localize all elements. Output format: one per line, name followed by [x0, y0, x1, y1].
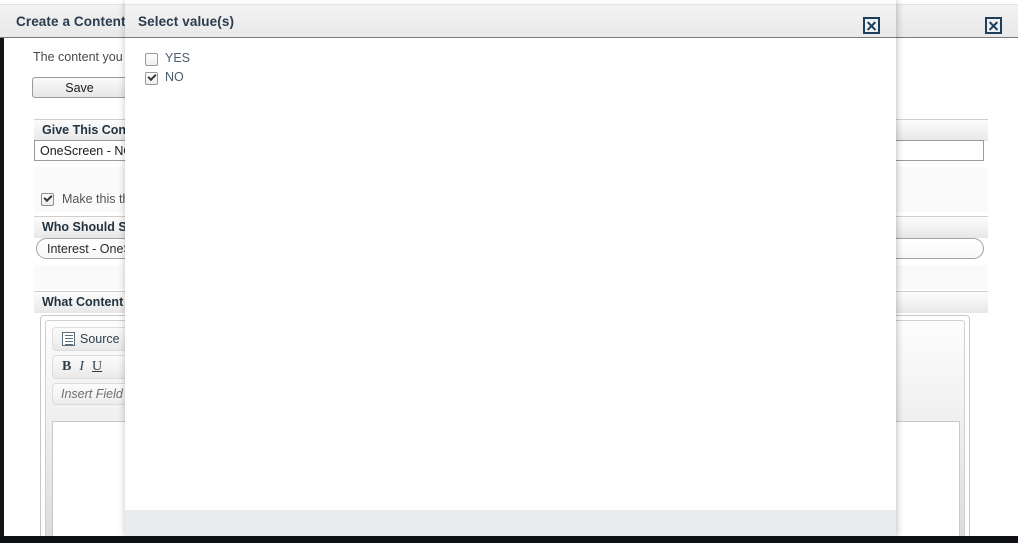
option-label-no: NO: [165, 70, 184, 84]
make-default-checkbox[interactable]: [41, 193, 54, 206]
bold-button[interactable]: B: [58, 357, 75, 377]
save-button[interactable]: Save: [32, 77, 127, 98]
background-window-title: Create a Content: [16, 14, 126, 29]
source-document-icon: [62, 332, 75, 346]
page-bottom-edge: [0, 536, 1018, 543]
italic-button[interactable]: I: [75, 357, 88, 377]
dialog-header: Select value(s): [125, 5, 896, 38]
dialog-footer: [125, 510, 896, 536]
section-label: Give This Cont: [42, 123, 131, 137]
underline-button[interactable]: U: [88, 357, 106, 377]
dialog-body: YES NO: [125, 39, 896, 510]
select-values-dialog: Select value(s) YES NO: [125, 0, 896, 536]
close-icon[interactable]: [863, 17, 880, 34]
insert-field-label: Insert Field: [61, 387, 123, 401]
section-label: What Content: [42, 295, 124, 309]
source-button[interactable]: Source: [58, 329, 124, 349]
section-label: Who Should S: [42, 220, 127, 234]
source-button-label: Source: [80, 332, 120, 346]
checkbox-yes[interactable]: [145, 53, 158, 66]
make-default-label: Make this th: [62, 192, 130, 206]
close-icon[interactable]: [985, 17, 1002, 34]
dialog-title: Select value(s): [138, 14, 235, 29]
option-label-yes: YES: [165, 51, 191, 65]
toolbar-group-format: B I U: [52, 355, 136, 379]
checkbox-no[interactable]: [145, 72, 158, 85]
intro-text: The content you: [33, 50, 123, 64]
